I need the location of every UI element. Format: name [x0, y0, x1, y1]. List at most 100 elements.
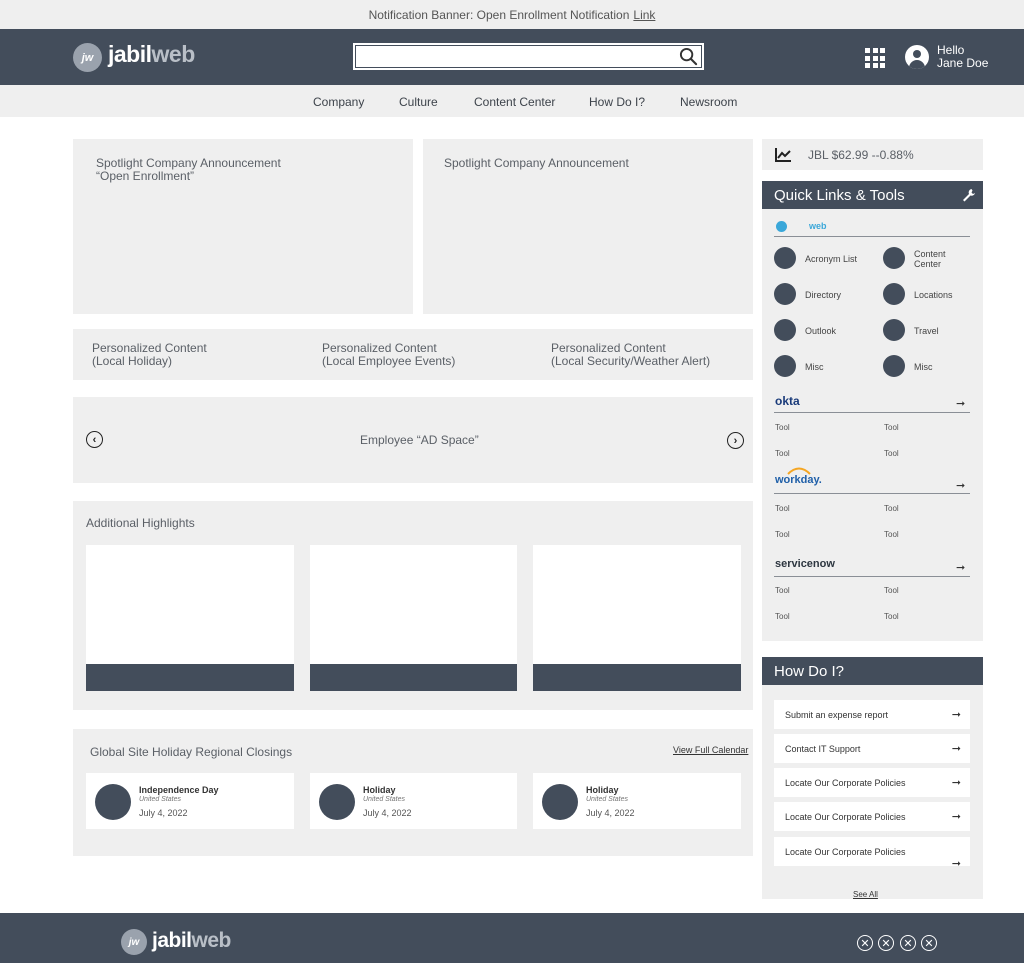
- personalized-item-2[interactable]: Personalized Content (Local Employee Eve…: [322, 342, 455, 368]
- how-do-i-item[interactable]: Locate Our Corporate Policies ➞: [774, 837, 970, 870]
- servicenow-tool-2[interactable]: Tool: [884, 586, 899, 595]
- chart-icon: [775, 148, 791, 162]
- user-avatar-icon[interactable]: [905, 45, 929, 69]
- quick-links-title: Quick Links & Tools: [774, 187, 905, 204]
- locations-icon[interactable]: [883, 283, 905, 305]
- okta-arrow-icon[interactable]: ➞: [956, 397, 965, 410]
- social-icon[interactable]: ✕: [878, 935, 894, 951]
- arrow-right-icon: ➞: [951, 858, 961, 870]
- logo[interactable]: jabilweb: [108, 41, 195, 68]
- stock-ticker[interactable]: JBL $62.99 --0.88%: [762, 139, 983, 170]
- how-do-i-item[interactable]: Submit an expense report ➞: [774, 700, 970, 729]
- nav-item-newsroom[interactable]: Newsroom: [680, 95, 737, 109]
- okta-tool-4[interactable]: Tool: [884, 449, 899, 458]
- logo-mark[interactable]: jw: [73, 43, 102, 72]
- footer-logo-name-a: jabil: [152, 929, 192, 952]
- highlight-card-1-image[interactable]: [86, 545, 294, 664]
- nav-item-content-center[interactable]: Content Center: [474, 95, 555, 109]
- servicenow-arrow-icon[interactable]: ➞: [956, 561, 965, 574]
- highlight-card-2-image[interactable]: [310, 545, 517, 664]
- holiday-title: Global Site Holiday Regional Closings: [90, 745, 293, 759]
- footer-logo-mark[interactable]: jw: [121, 929, 147, 955]
- social-glyph: ✕: [881, 937, 891, 950]
- tool-outlook[interactable]: Outlook: [805, 326, 836, 336]
- highlight-card-3-image[interactable]: [533, 545, 741, 664]
- holiday-3-date: July 4, 2022: [586, 808, 635, 818]
- directory-icon[interactable]: [774, 283, 796, 305]
- social-icon[interactable]: ✕: [900, 935, 916, 951]
- highlight-card-3-bar[interactable]: [533, 664, 741, 691]
- banner-link[interactable]: Link: [633, 8, 655, 22]
- workday-tool-1[interactable]: Tool: [775, 504, 790, 513]
- holiday-card-3[interactable]: Holiday United States July 4, 2022: [533, 773, 741, 829]
- holiday-card-1[interactable]: Independence Day United States July 4, 2…: [86, 773, 294, 829]
- social-icon[interactable]: ✕: [921, 935, 937, 951]
- see-all-link[interactable]: See All: [853, 890, 878, 899]
- how-do-i-item[interactable]: Locate Our Corporate Policies ➞: [774, 802, 970, 831]
- wrench-icon[interactable]: [962, 188, 976, 202]
- how-do-i-label: Locate Our Corporate Policies: [785, 812, 906, 822]
- okta-tool-3[interactable]: Tool: [775, 449, 790, 458]
- footer-logo-name-b: web: [191, 929, 232, 952]
- user-greeting[interactable]: Hello Jane Doe: [937, 44, 988, 70]
- search-icon[interactable]: [679, 47, 698, 66]
- holiday-3-name: Holiday: [586, 785, 619, 795]
- workday-tool-4[interactable]: Tool: [884, 530, 899, 539]
- workday-logo[interactable]: workday.: [775, 474, 822, 486]
- ad-space-label[interactable]: Employee “AD Space”: [360, 434, 479, 447]
- highlights-title: Additional Highlights: [86, 516, 195, 530]
- spotlight-card-1[interactable]: Spotlight Company Announcement “Open Enr…: [73, 139, 413, 314]
- tool-misc-2[interactable]: Misc: [914, 362, 933, 372]
- content-center-icon[interactable]: [883, 247, 905, 269]
- spotlight-card-2[interactable]: Spotlight Company Announcement: [423, 139, 753, 314]
- divider: [774, 412, 970, 413]
- personalized-item-3[interactable]: Personalized Content (Local Security/Wea…: [551, 342, 710, 368]
- servicenow-logo[interactable]: servicenow: [775, 558, 835, 570]
- misc-icon[interactable]: [883, 355, 905, 377]
- view-full-calendar-link[interactable]: View Full Calendar: [673, 744, 748, 757]
- workday-arrow-icon[interactable]: ➞: [956, 479, 965, 492]
- tool-directory[interactable]: Directory: [805, 290, 841, 300]
- search-input[interactable]: [355, 45, 702, 68]
- travel-icon[interactable]: [883, 319, 905, 341]
- okta-logo[interactable]: okta: [775, 394, 800, 408]
- how-do-i-title: How Do I?: [774, 663, 845, 680]
- tool-locations[interactable]: Locations: [914, 290, 953, 300]
- holiday-3-image: [542, 784, 578, 820]
- okta-tool-1[interactable]: Tool: [775, 423, 790, 432]
- workday-tool-3[interactable]: Tool: [775, 530, 790, 539]
- workday-tool-2[interactable]: Tool: [884, 504, 899, 513]
- search-box[interactable]: [353, 43, 704, 70]
- logo-name-b: web: [151, 41, 196, 67]
- jabilweb-small-logo-icon: [776, 221, 787, 232]
- tool-content-center[interactable]: Content Center: [914, 249, 959, 269]
- app-grid-icon[interactable]: [865, 48, 885, 68]
- carousel-next-icon[interactable]: ›: [727, 432, 744, 449]
- personalized-item-1[interactable]: Personalized Content (Local Holiday): [92, 342, 207, 368]
- nav-item-culture[interactable]: Culture: [399, 95, 438, 109]
- how-do-i-item[interactable]: Contact IT Support ➞: [774, 734, 970, 763]
- tool-travel[interactable]: Travel: [914, 326, 939, 336]
- nav-item-how-do-i[interactable]: How Do I?: [589, 95, 645, 109]
- misc-icon[interactable]: [774, 355, 796, 377]
- highlight-card-1-bar[interactable]: [86, 664, 294, 691]
- personalized-2-subtitle: (Local Employee Events): [322, 354, 456, 368]
- servicenow-tool-3[interactable]: Tool: [775, 612, 790, 621]
- logo-name-a: jabil: [108, 41, 152, 67]
- social-icon[interactable]: ✕: [857, 935, 873, 951]
- outlook-icon[interactable]: [774, 319, 796, 341]
- servicenow-tool-4[interactable]: Tool: [884, 612, 899, 621]
- how-do-i-item[interactable]: Locate Our Corporate Policies ➞: [774, 768, 970, 797]
- tool-misc-1[interactable]: Misc: [805, 362, 824, 372]
- social-glyph: ✕: [924, 937, 934, 950]
- highlight-card-2-bar[interactable]: [310, 664, 517, 691]
- tool-acronym-list[interactable]: Acronym List: [805, 254, 857, 264]
- carousel-prev-icon[interactable]: ‹: [86, 431, 103, 448]
- nav-item-company[interactable]: Company: [313, 95, 364, 109]
- servicenow-tool-1[interactable]: Tool: [775, 586, 790, 595]
- holiday-1-location: United States: [139, 796, 182, 803]
- holiday-card-2[interactable]: Holiday United States July 4, 2022: [310, 773, 517, 829]
- acronym-list-icon[interactable]: [774, 247, 796, 269]
- footer-logo[interactable]: jabilweb: [152, 929, 231, 953]
- okta-tool-2[interactable]: Tool: [884, 423, 899, 432]
